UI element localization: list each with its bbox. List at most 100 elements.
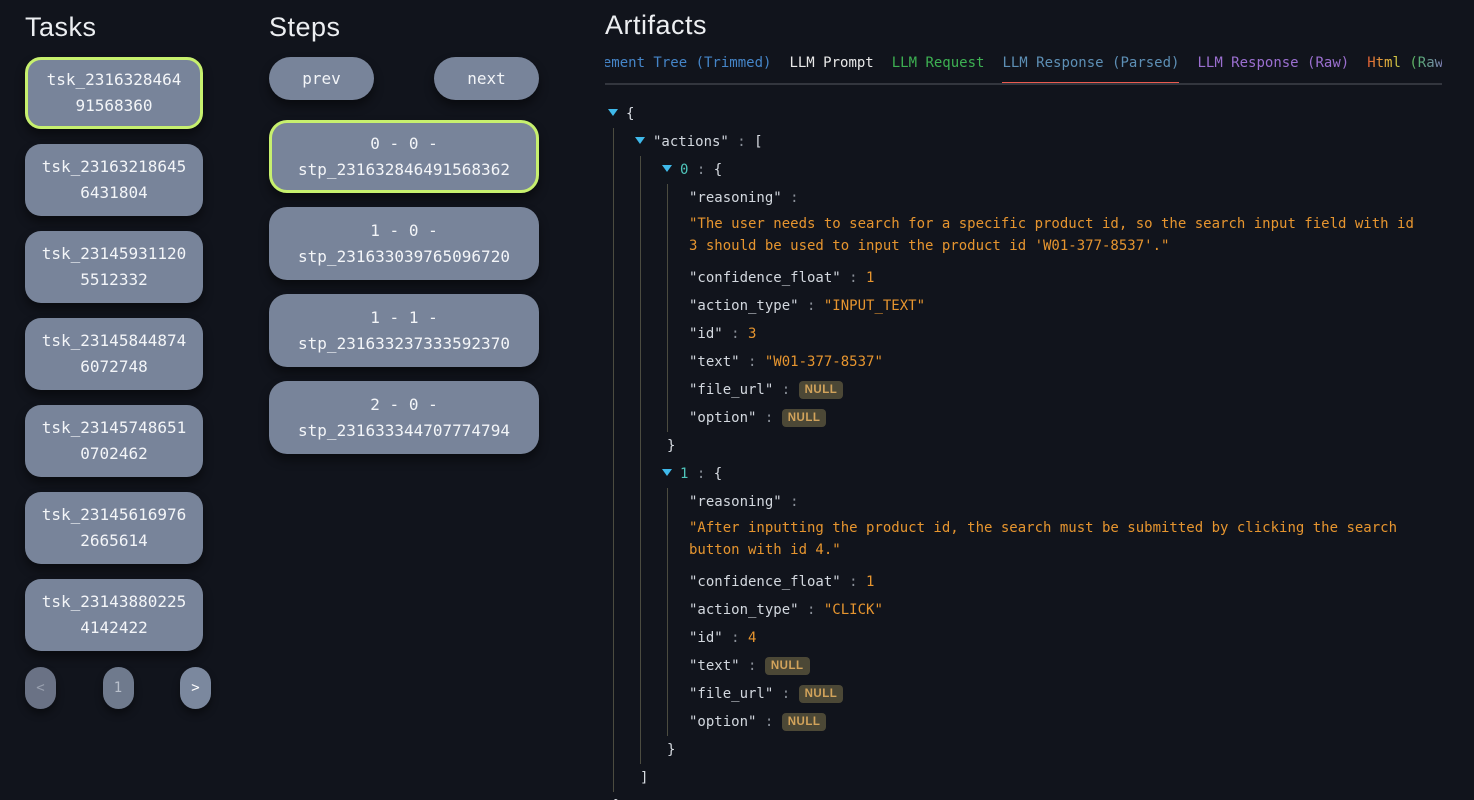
indent-guide (667, 212, 668, 264)
task-item[interactable]: tsk_231632846491568360 (25, 57, 203, 129)
json-token-punct: [ (754, 134, 762, 150)
steps-panel: Steps prev next 0 - 0 - stp_231632846491… (269, 12, 539, 468)
indent-guide (613, 516, 614, 568)
indent-guide (613, 156, 614, 184)
indent-guide (640, 568, 641, 596)
json-token-string: "After inputting the product id, the sea… (689, 517, 1419, 561)
indent-guide (640, 488, 641, 516)
json-line: "confidence_float" : 1 (605, 568, 1442, 596)
artifacts-title: Artifacts (605, 10, 1442, 41)
task-item[interactable]: tsk_231632186456431804 (25, 144, 203, 216)
app-window: Tasks tsk_231632846491568360tsk_23163218… (0, 0, 1474, 800)
json-token-key: "confidence_float" (689, 574, 841, 590)
indent-guide (640, 376, 641, 404)
task-item[interactable]: tsk_231438802254142422 (25, 579, 203, 651)
tab-element-tree-trimmed[interactable]: Element Tree (Trimmed) (605, 55, 771, 85)
indent-guide (667, 624, 668, 652)
indent-guide (640, 212, 641, 264)
tab-llm-request[interactable]: LLM Request (892, 55, 985, 85)
json-line: "confidence_float" : 1 (605, 264, 1442, 292)
indent-guide (667, 680, 668, 708)
json-token-punct: { (714, 162, 722, 178)
json-token-colon: : (841, 270, 866, 286)
json-token-colon: : (756, 714, 781, 730)
json-token-punct: ] (640, 770, 648, 786)
indent-guide (640, 432, 641, 460)
json-token-key: "id" (689, 326, 723, 342)
indent-guide (667, 404, 668, 432)
json-token-string: "CLICK" (824, 602, 883, 618)
artifact-tabs: Element Tree (Trimmed) LLM Prompt LLM Requ… (605, 55, 1442, 85)
json-token-key: "actions" (653, 134, 729, 150)
json-token-colon: : (688, 162, 713, 178)
indent-guide (667, 348, 668, 376)
json-line: "reasoning" : (605, 488, 1442, 516)
tab-html-raw[interactable]: Html (Raw) (1367, 55, 1442, 85)
json-token-string: "The user needs to search for a specific… (689, 213, 1419, 257)
task-item[interactable]: tsk_231459311205512332 (25, 231, 203, 303)
tasks-pagination: < 1 > (25, 667, 211, 709)
json-line: 0 : { (605, 156, 1442, 184)
json-token-colon: : (773, 382, 798, 398)
indent-guide (613, 568, 614, 596)
indent-guide (640, 652, 641, 680)
json-line: 1 : { (605, 460, 1442, 488)
json-token-key: "reasoning" (689, 494, 782, 510)
json-line: "actions" : [ (605, 128, 1442, 156)
indent-guide (640, 596, 641, 624)
json-token-colon: : (723, 630, 748, 646)
json-line: ] (605, 764, 1442, 792)
indent-guide (613, 596, 614, 624)
json-token-number: 1 (866, 574, 874, 590)
json-line: "text" : NULL (605, 652, 1442, 680)
indent-guide (613, 652, 614, 680)
tab-llm-response-parsed[interactable]: LLM Response (Parsed) (1002, 55, 1179, 85)
json-token-colon: : (799, 298, 824, 314)
json-token-colon: : (773, 686, 798, 702)
json-viewer[interactable]: { "actions" : [0 : { "reasoning" : "The use… (605, 100, 1442, 800)
prev-step-button[interactable]: prev (269, 57, 374, 100)
json-line: } (605, 792, 1442, 800)
indent-guide (640, 708, 641, 736)
task-item[interactable]: tsk_231457486510702462 (25, 405, 203, 477)
tab-llm-response-raw[interactable]: LLM Response (Raw) (1197, 55, 1349, 85)
json-token-key: "option" (689, 714, 756, 730)
collapse-arrow-icon[interactable] (608, 109, 618, 116)
task-item[interactable]: tsk_231458448746072748 (25, 318, 203, 390)
collapse-arrow-icon[interactable] (662, 469, 672, 476)
collapse-arrow-icon[interactable] (662, 165, 672, 172)
json-token-key: "file_url" (689, 686, 773, 702)
indent-guide (667, 320, 668, 348)
json-token-string: "INPUT_TEXT" (824, 298, 925, 314)
json-line: } (605, 736, 1442, 764)
indent-guide (667, 184, 668, 212)
step-item[interactable]: 1 - 0 - stp_231633039765096720 (269, 207, 539, 280)
collapse-arrow-icon[interactable] (635, 137, 645, 144)
tab-llm-prompt[interactable]: LLM Prompt (789, 55, 873, 85)
indent-guide (613, 212, 614, 264)
step-item[interactable]: 1 - 1 - stp_231633237333592370 (269, 294, 539, 367)
null-badge: NULL (799, 381, 844, 399)
null-badge: NULL (765, 657, 810, 675)
task-item[interactable]: tsk_231456169762665614 (25, 492, 203, 564)
indent-guide (667, 376, 668, 404)
indent-guide (613, 184, 614, 212)
indent-guide (613, 488, 614, 516)
json-token-key: "id" (689, 630, 723, 646)
json-token-colon: : (782, 494, 799, 510)
indent-guide (667, 652, 668, 680)
pagination-prev-button[interactable]: < (25, 667, 56, 709)
step-item[interactable]: 2 - 0 - stp_231633344707774794 (269, 381, 539, 454)
pagination-page-button[interactable]: 1 (103, 667, 134, 709)
indent-guide (613, 736, 614, 764)
pagination-next-button[interactable]: > (180, 667, 211, 709)
next-step-button[interactable]: next (434, 57, 539, 100)
indent-guide (640, 736, 641, 764)
json-token-colon: : (688, 466, 713, 482)
steps-title: Steps (269, 12, 539, 43)
indent-guide (640, 680, 641, 708)
step-item[interactable]: 0 - 0 - stp_231632846491568362 (269, 120, 539, 193)
indent-guide (640, 292, 641, 320)
null-badge: NULL (782, 409, 827, 427)
json-token-key: "action_type" (689, 602, 799, 618)
